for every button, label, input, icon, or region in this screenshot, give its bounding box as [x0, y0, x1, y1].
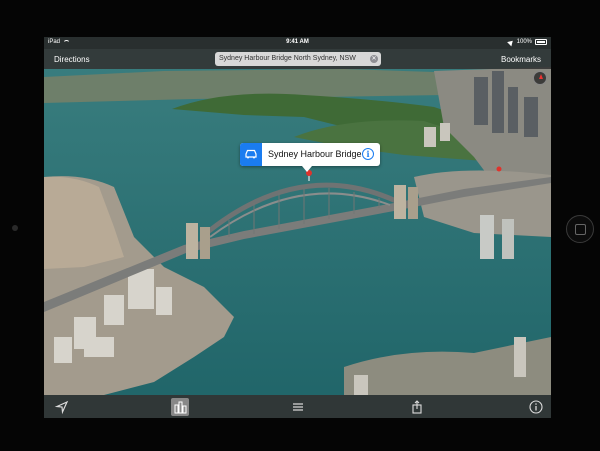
- car-icon: [245, 149, 257, 159]
- battery-icon: [535, 39, 547, 45]
- nav-bar: Directions Sydney Harbour Bridge North S…: [44, 49, 551, 69]
- clear-search-icon[interactable]: ✕: [370, 55, 378, 63]
- bottom-toolbar: [44, 395, 551, 418]
- status-right: 100%: [506, 38, 547, 46]
- info-icon[interactable]: i: [362, 148, 374, 160]
- info-button[interactable]: [528, 399, 544, 415]
- search-value: Sydney Harbour Bridge North Sydney, NSW: [219, 55, 356, 62]
- info-circle-icon: [529, 400, 543, 414]
- search-field[interactable]: Sydney Harbour Bridge North Sydney, NSW …: [215, 52, 381, 66]
- share-button[interactable]: [409, 399, 425, 415]
- share-icon: [412, 400, 422, 414]
- 3d-buildings-icon: [174, 401, 187, 414]
- directions-car-button[interactable]: [240, 143, 262, 166]
- 3d-view-button[interactable]: [171, 398, 189, 416]
- home-button-icon: [575, 224, 586, 235]
- maps-screen: iPad 9:41 AM 100% Directions Sydney Harb…: [44, 37, 551, 418]
- flyover-map[interactable]: [44, 37, 551, 418]
- compass-icon[interactable]: [533, 71, 547, 85]
- current-location-button[interactable]: [54, 399, 70, 415]
- front-camera: [12, 225, 18, 231]
- status-bar: iPad 9:41 AM 100%: [44, 37, 551, 49]
- directions-button[interactable]: Directions: [54, 55, 90, 64]
- home-button[interactable]: [566, 215, 594, 243]
- battery-percent: 100%: [516, 39, 532, 45]
- location-callout[interactable]: Sydney Harbour Bridge i: [240, 143, 380, 172]
- callout-title: Sydney Harbour Bridge: [268, 149, 362, 159]
- list-icon: [293, 403, 303, 411]
- list-button[interactable]: [290, 399, 306, 415]
- location-services-icon: [506, 38, 515, 46]
- ipad-device: iPad 9:41 AM 100% Directions Sydney Harb…: [0, 0, 600, 451]
- status-time: 9:41 AM: [286, 39, 309, 45]
- location-arrow-icon: [54, 400, 69, 415]
- bookmarks-button[interactable]: Bookmarks: [501, 55, 541, 64]
